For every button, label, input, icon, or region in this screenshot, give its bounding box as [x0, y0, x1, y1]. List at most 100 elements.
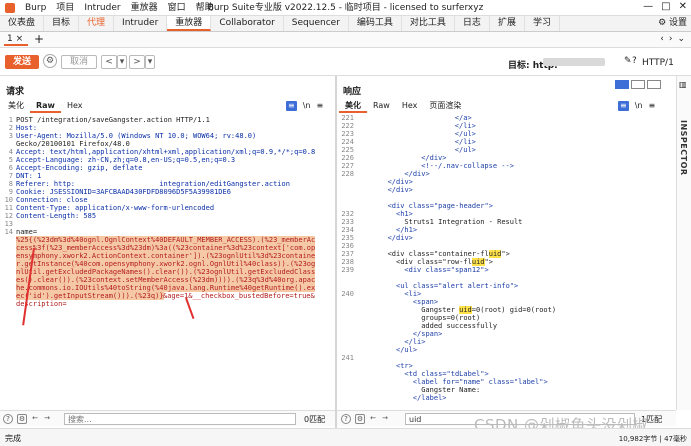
response-line: </label> [338, 394, 674, 402]
layout-horizontal-icon[interactable] [631, 80, 645, 89]
main-tab-bar: 仪表盘 目标 代理 Intruder 重放器 Collaborator Sequ… [0, 16, 691, 32]
send-button[interactable]: 发送 [5, 55, 39, 69]
response-line: 234 </h1> [338, 226, 674, 234]
title-bar: Burp 项目 Intruder 重放器 窗口 帮助 Burp Suite专业版… [0, 0, 691, 16]
tab-proxy[interactable]: 代理 [79, 16, 115, 31]
code-text: <label for="name" class="label"> [412, 378, 548, 386]
maximize-button[interactable]: □ [661, 1, 670, 12]
request-editor[interactable]: 1 POST /integration/saveGangster.action H… [2, 116, 332, 408]
chevron-left-icon[interactable]: ‹ [660, 33, 664, 46]
tab-extensions[interactable]: 扩展 [490, 16, 525, 31]
next-button[interactable]: > [129, 55, 145, 69]
prev-button[interactable]: < [101, 55, 117, 69]
response-line: </li> [338, 338, 674, 346]
cancel-button[interactable]: 取消 [61, 55, 97, 69]
menu-help[interactable]: 帮助 [191, 2, 219, 14]
repeater-subtabs: 1 × + ‹ › ⌄ [0, 32, 691, 48]
minimize-button[interactable]: — [643, 1, 653, 12]
tab-logger[interactable]: 日志 [455, 16, 490, 31]
menu-burp[interactable]: Burp [20, 2, 51, 14]
menu-icon[interactable]: ≡ [648, 101, 655, 111]
request-body-line: description= [2, 300, 332, 308]
tab-decoder[interactable]: 编码工具 [349, 16, 402, 31]
line-text: Host: [16, 124, 42, 132]
code-text: <!--/.nav-collapse --> [421, 162, 514, 170]
http-version[interactable]: HTTP/1 [642, 58, 674, 68]
gear-icon[interactable]: ⚙ [17, 414, 27, 424]
menu-project[interactable]: 项目 [51, 2, 79, 14]
code-text: </h1> [396, 226, 418, 234]
tab-comparer[interactable]: 对比工具 [402, 16, 455, 31]
response-line [338, 274, 674, 282]
prev-dropdown-icon[interactable]: ▾ [117, 55, 127, 69]
tab-dashboard[interactable]: 仪表盘 [0, 16, 45, 31]
line-number: 236 [341, 242, 354, 250]
line-number: 240 [341, 290, 354, 298]
edit-target-icon[interactable]: ✎ [624, 56, 632, 66]
newline-icon[interactable]: \n [303, 101, 311, 111]
line-text: Gecko/20100101 Firefox/48.0 [16, 140, 130, 148]
settings-button[interactable]: ⚙ 设置 [658, 17, 687, 30]
response-line: 236 [338, 242, 674, 250]
next-dropdown-icon[interactable]: ▾ [145, 55, 155, 69]
menu-intruder[interactable]: Intruder [79, 2, 125, 14]
gear-icon[interactable]: ⚙ [355, 414, 365, 424]
pane-divider[interactable] [335, 76, 337, 428]
line-number: 234 [341, 226, 354, 234]
response-tab-pretty[interactable]: 美化 [339, 99, 367, 113]
layout-split-icon[interactable] [615, 80, 629, 89]
help-icon[interactable]: ? [632, 56, 637, 66]
help-icon[interactable]: ? [341, 414, 351, 424]
inspector-toggle-icon[interactable]: ▥ [679, 80, 687, 89]
chevron-down-icon[interactable]: ⌄ [677, 33, 685, 46]
add-tab-icon[interactable]: + [34, 32, 44, 46]
code-text: </ul> [396, 346, 418, 354]
response-line: <td class="tdLabel"> [338, 370, 674, 378]
chevron-right-icon[interactable]: → [380, 414, 390, 424]
line-number: 226 [341, 154, 354, 162]
layout-single-icon[interactable] [647, 80, 661, 89]
response-line: 227 <!--/.nav-collapse --> [338, 162, 674, 170]
menu-icon[interactable]: ≡ [316, 101, 323, 111]
chevron-left-icon[interactable]: ← [30, 414, 40, 424]
tab-learn[interactable]: 学习 [525, 16, 560, 31]
request-body-line: ec('id').getInputStream())).(%23q)} &age=… [2, 292, 332, 300]
request-tab-pretty[interactable]: 美化 [2, 99, 30, 113]
request-title: 请求 [6, 87, 25, 97]
chevron-left-icon[interactable]: ← [368, 414, 378, 424]
menu-repeater[interactable]: 重放器 [126, 2, 163, 14]
inspector-panel[interactable]: ▥ INSPECTOR [676, 76, 691, 410]
code-text: <div class="row-fluid"> [396, 258, 493, 266]
request-search-input[interactable] [64, 413, 296, 425]
response-tab-raw[interactable]: Raw [367, 99, 396, 113]
wrap-icon[interactable]: ≡ [618, 101, 629, 111]
newline-icon[interactable]: \n [635, 101, 643, 111]
tab-collaborator[interactable]: Collaborator [211, 16, 284, 31]
line-number: 2 [8, 124, 13, 132]
response-tab-render[interactable]: 页面渲染 [423, 99, 467, 113]
inspector-label[interactable]: INSPECTOR [679, 120, 688, 176]
request-tab-hex[interactable]: Hex [61, 99, 89, 113]
response-tab-hex[interactable]: Hex [396, 99, 424, 113]
repeater-tab-1[interactable]: 1 × [4, 34, 28, 46]
close-button[interactable]: ✕ [679, 1, 687, 12]
request-line: 13 [2, 220, 332, 228]
line-text: DNT: 1 [16, 172, 42, 180]
menu-window[interactable]: 窗口 [163, 2, 191, 14]
tab-intruder[interactable]: Intruder [114, 16, 168, 31]
tab-sequencer[interactable]: Sequencer [284, 16, 349, 31]
request-line: 11 Content-Type: application/x-www-form-u… [2, 204, 332, 212]
line-text: Content-Type: application/x-www-form-url… [16, 204, 215, 212]
chevron-right-icon[interactable]: → [42, 414, 52, 424]
chevron-right-icon[interactable]: › [669, 33, 673, 46]
response-line: 233 Struts1 Integration - Result [338, 218, 674, 226]
response-editor[interactable]: 221 </a> 222 </li> 223 </ul> 224 </li> 225 </ul> 2… [338, 114, 674, 408]
code-text: </ul> [454, 130, 476, 138]
response-line: <span> [338, 298, 674, 306]
request-tab-raw[interactable]: Raw [30, 99, 61, 113]
tab-repeater[interactable]: 重放器 [167, 16, 212, 31]
gear-icon[interactable]: ⚙ [43, 54, 57, 68]
tab-target[interactable]: 目标 [44, 16, 80, 31]
help-icon[interactable]: ? [3, 414, 13, 424]
wrap-icon[interactable]: ≡ [286, 101, 297, 111]
